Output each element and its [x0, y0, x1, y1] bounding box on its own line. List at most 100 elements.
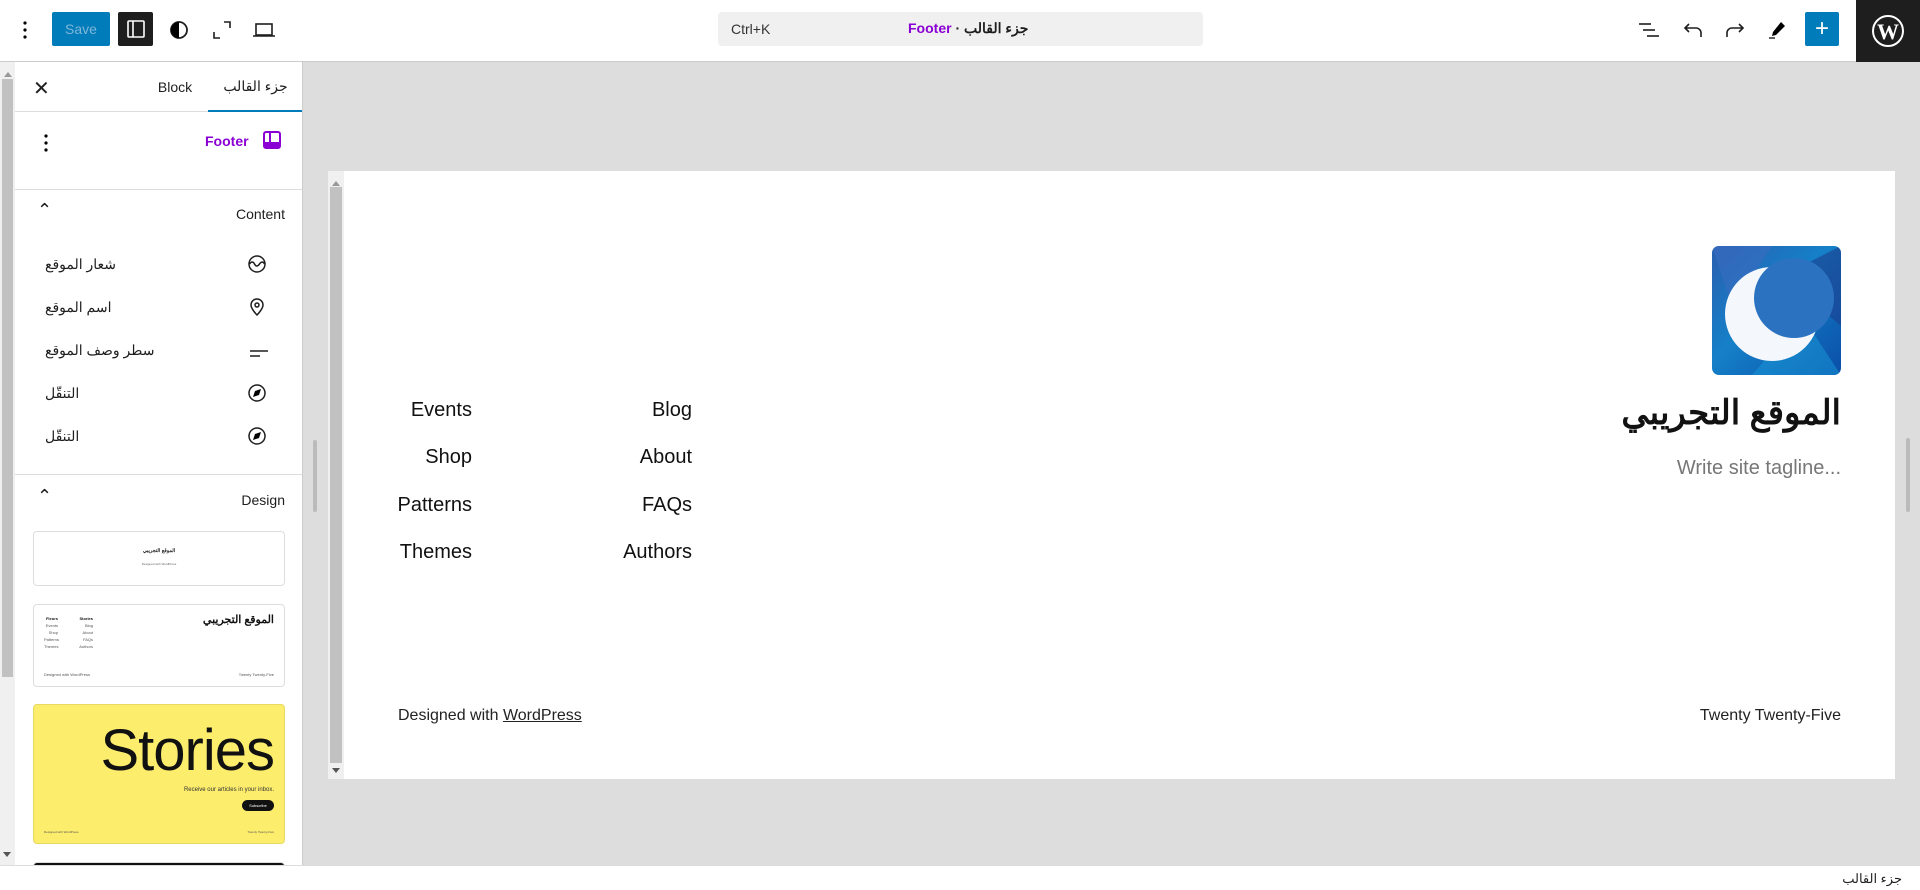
preview-title: Stories: [100, 718, 275, 783]
preview-link: Events: [45, 623, 58, 628]
list-item[interactable]: اسم الموقع: [15, 287, 302, 327]
toggle-sidebar-icon[interactable]: [118, 12, 153, 46]
document-title: Footer · جزء القالب: [908, 20, 1028, 37]
breadcrumb-item[interactable]: جزء القالب: [1842, 871, 1902, 887]
wordpress-link[interactable]: WordPress: [503, 707, 582, 724]
template-part-footer-icon: [263, 131, 281, 154]
canvas-scrollbar[interactable]: [328, 171, 344, 779]
pattern-preview-2[interactable]: الموقع التجريبي Fleurs Events Shop Pattern…: [33, 604, 285, 687]
nav-link-themes[interactable]: Themes: [332, 541, 472, 564]
block-title: Footer: [205, 133, 249, 149]
preview-col-head: Fleurs: [45, 616, 58, 621]
tab-template-part[interactable]: جزء القالب: [208, 62, 302, 112]
list-item[interactable]: شعار الموقع: [15, 244, 302, 284]
navigation-icon: [248, 427, 266, 450]
list-item-label: اسم الموقع: [45, 298, 112, 315]
map-marker-icon: [250, 298, 264, 321]
command-palette-bar[interactable]: Ctrl+K Footer · جزء القالب: [718, 12, 1203, 46]
list-item[interactable]: التنقّل: [15, 416, 302, 456]
add-block-button[interactable]: +: [1805, 12, 1839, 46]
preview-credit: Designed with WordPress: [44, 830, 79, 834]
scroll-down-arrow-icon[interactable]: [3, 852, 11, 861]
preview-credit: Designed with WordPress: [141, 562, 177, 566]
device-preview-laptop-icon[interactable]: [246, 12, 282, 48]
site-title[interactable]: الموقع التجريبي: [1621, 393, 1841, 433]
chevron-up-icon: ⌃: [37, 486, 53, 506]
site-tagline[interactable]: Write site tagline...: [1677, 457, 1841, 480]
preview-link: Shop: [48, 630, 58, 635]
document-type: جزء القالب: [964, 20, 1029, 36]
scrollbar-thumb[interactable]: [330, 187, 342, 763]
svg-text:W: W: [1877, 19, 1899, 44]
theme-name: Twenty Twenty-Five: [1699, 707, 1841, 724]
site-logo-icon: [248, 255, 266, 278]
pattern-preview-1[interactable]: الموقع التجريبي Designed with WordPress: [33, 531, 285, 586]
sidebar-tabs: جزء القالب Block ✕: [15, 62, 302, 112]
list-item[interactable]: التنقّل: [15, 373, 302, 413]
scroll-up-arrow-icon[interactable]: [332, 177, 340, 186]
fullscreen-icon[interactable]: [204, 12, 240, 48]
settings-sidebar: جزء القالب Block ✕ Footer ⌃ Content شعار…: [15, 62, 303, 865]
site-logo-image[interactable]: [1712, 246, 1841, 375]
credit-text: Designed with: [398, 707, 503, 724]
editor-top-bar: Save Ctrl+K Footer · جزء القالب + W: [0, 0, 1920, 62]
list-view-icon[interactable]: [1631, 12, 1667, 48]
close-sidebar-icon[interactable]: ✕: [33, 76, 50, 101]
nav-link-events[interactable]: Events: [332, 399, 472, 422]
nav-link-authors[interactable]: Authors: [552, 541, 692, 564]
preview-title: الموقع التجريبي: [142, 548, 176, 554]
preview-link: Blog: [84, 623, 93, 628]
footer-credit: Designed with WordPress: [398, 707, 582, 725]
scroll-up-arrow-icon[interactable]: [4, 68, 12, 77]
list-item[interactable]: سطر وصف الموقع: [15, 330, 302, 370]
scrollbar-thumb[interactable]: [2, 79, 13, 677]
document-name: Footer: [908, 20, 952, 36]
save-button[interactable]: Save: [52, 12, 110, 46]
nav-link-patterns[interactable]: Patterns: [332, 494, 472, 517]
canvas-resize-handle-left[interactable]: [313, 440, 317, 512]
tab-block[interactable]: Block: [145, 62, 205, 112]
wordpress-logo-icon[interactable]: W: [1856, 0, 1920, 62]
preview-credit: Designed with WordPress: [44, 672, 90, 677]
tools-pen-icon[interactable]: [1759, 12, 1795, 48]
preview-link: Patterns: [44, 637, 59, 642]
preview-link: Themes: [44, 644, 59, 649]
nav-link-about[interactable]: About: [552, 446, 692, 469]
navigation-icon: [248, 384, 266, 407]
preview-theme: Twenty Twenty-Five: [247, 830, 274, 834]
list-item-label: سطر وصف الموقع: [45, 341, 155, 358]
list-item-label: التنقّل: [45, 384, 80, 401]
preview-subscribe-button: Subscribe: [242, 800, 274, 811]
chevron-up-icon: ⌃: [37, 200, 53, 220]
command-shortcut: Ctrl+K: [731, 21, 771, 37]
preview-title: الموقع التجريبي: [202, 614, 274, 626]
preview-link: Authors: [79, 644, 93, 649]
options-kebab-icon[interactable]: [7, 12, 43, 48]
pattern-preview-3[interactable]: Stories Receive our articles in your inb…: [33, 704, 285, 844]
preview-col-head: Stories: [79, 616, 93, 621]
canvas-resize-handle-right[interactable]: [1906, 438, 1910, 512]
content-heading: Content: [235, 206, 285, 222]
preview-link: About: [82, 630, 93, 635]
redo-icon[interactable]: [1717, 12, 1753, 48]
sidebar-scrollbar[interactable]: [0, 62, 15, 865]
preview-link: FAQs: [82, 637, 93, 642]
title-separator: ·: [955, 20, 961, 36]
preview-theme: Twenty Twenty-Five: [238, 672, 274, 677]
list-item-label: شعار الموقع: [45, 255, 117, 272]
block-breadcrumb-bar: جزء القالب: [0, 865, 1920, 890]
block-options-kebab-icon[interactable]: [44, 134, 48, 157]
block-card: Footer: [15, 112, 302, 190]
design-heading: Design: [241, 492, 285, 508]
editor-canvas[interactable]: الموقع التجريبي Write site tagline... Ev…: [328, 171, 1895, 779]
nav-link-blog[interactable]: Blog: [552, 399, 692, 422]
list-item-label: التنقّل: [45, 427, 80, 444]
content-panel-toggle[interactable]: ⌃ Content: [15, 194, 302, 234]
styles-contrast-icon[interactable]: [161, 12, 197, 48]
tagline-icon: [250, 345, 268, 363]
undo-icon[interactable]: [1675, 12, 1711, 48]
nav-link-faqs[interactable]: FAQs: [552, 494, 692, 517]
scroll-down-arrow-icon[interactable]: [332, 768, 340, 777]
nav-link-shop[interactable]: Shop: [332, 446, 472, 469]
design-panel-toggle[interactable]: ⌃ Design: [15, 480, 302, 520]
